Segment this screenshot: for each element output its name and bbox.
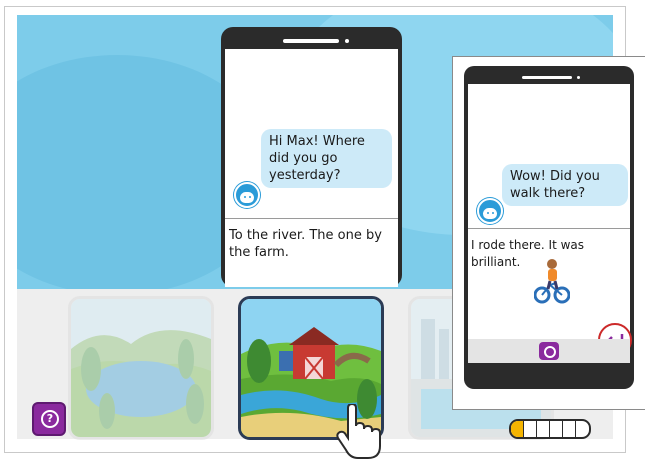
progress-segment: [524, 421, 537, 437]
main-phone-screen: Hi Max! Where did you go yesterday? To t…: [225, 49, 398, 287]
camera-button[interactable]: [539, 342, 559, 360]
reply-text[interactable]: To the river. The one by the farm.: [229, 227, 395, 261]
scene-card-lake[interactable]: [68, 296, 214, 440]
phone-speaker: [283, 39, 339, 43]
phone-camera-dot: [345, 39, 349, 43]
phone-toolbar: [468, 339, 630, 363]
help-button[interactable]: ?: [32, 402, 66, 436]
avatar-icon: [477, 198, 503, 224]
chat-divider: [468, 228, 630, 229]
progress-segment: [537, 421, 550, 437]
overlay-phone: Wow! Did you walk there? I rode there. I…: [464, 66, 634, 389]
bicycle-icon: [534, 259, 570, 304]
phone-camera-dot: [577, 76, 580, 79]
help-icon: ?: [41, 410, 59, 428]
main-phone: Hi Max! Where did you go yesterday? To t…: [221, 27, 402, 287]
phone-speaker: [522, 76, 572, 79]
chat-divider: [225, 218, 398, 219]
hand-pointer-icon: [336, 404, 381, 459]
lake-scene-image: [71, 299, 211, 437]
incoming-message: Hi Max! Where did you go yesterday?: [261, 129, 392, 188]
camera-icon: [544, 346, 556, 358]
overlay-phone-screen: Wow! Did you walk there? I rode there. I…: [468, 84, 632, 357]
progress-segment: [511, 421, 524, 437]
progress-segment: [563, 421, 576, 437]
progress-segment: [550, 421, 563, 437]
progress-segment: [576, 421, 588, 437]
avatar-icon: [234, 182, 260, 208]
progress-indicator: [509, 419, 591, 439]
overlay-panel: Wow! Did you walk there? I rode there. I…: [452, 56, 645, 410]
incoming-message: Wow! Did you walk there?: [502, 164, 628, 206]
